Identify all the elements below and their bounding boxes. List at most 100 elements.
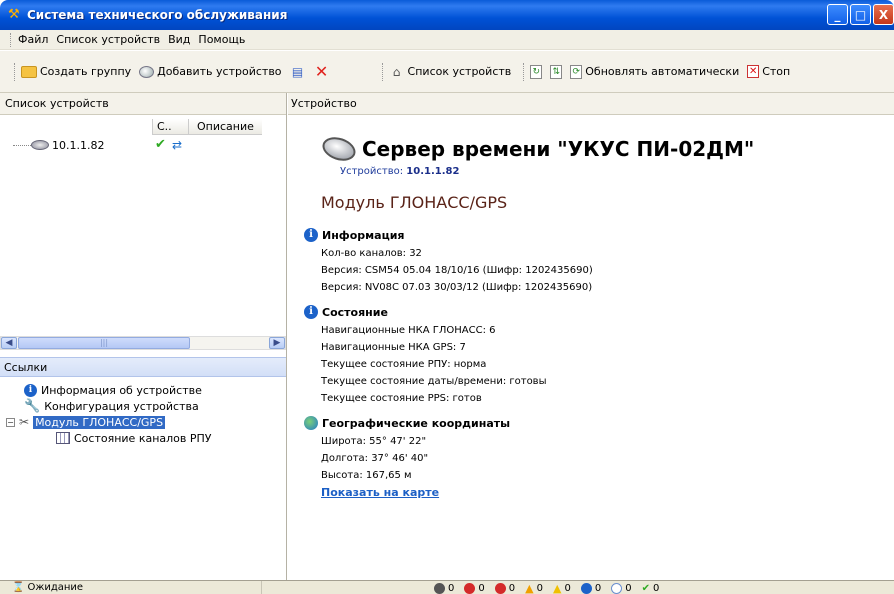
counter-notice: ▲ 0 (553, 582, 571, 594)
info-section-label: Информация (322, 228, 405, 242)
link-device-config[interactable]: 🔧 Конфигурация устройства (24, 398, 199, 414)
counter-blocked: 0 (464, 582, 485, 594)
link-rpu-channels-label: Состояние каналов РПУ (74, 431, 212, 445)
toolbar-grip-2 (381, 62, 385, 81)
window-title: Система технического обслуживания (27, 8, 288, 22)
counter-value: 0 (508, 582, 516, 594)
counter-debug: 0 (611, 582, 632, 594)
refresh-icon: ↻ (530, 64, 543, 79)
link-device-info-label: Информация об устройстве (41, 383, 202, 397)
auto-update-button[interactable]: ⟳ Обновлять автоматически (570, 64, 739, 79)
counter-value: 0 (478, 582, 485, 594)
status-state: ⌛ Ожидание (0, 580, 262, 594)
device-icon (31, 140, 49, 150)
state-line: Навигационные НКА ГЛОНАСС: 6 (321, 325, 496, 336)
hourglass-icon: ⌛ (12, 582, 25, 593)
link-rpu-channels[interactable]: Состояние каналов РПУ (56, 430, 211, 446)
properties-icon: ▤ (291, 64, 304, 79)
toolbar-grip (14, 62, 17, 81)
device-ip: 10.1.1.82 (52, 138, 105, 152)
properties-button[interactable]: ▤ (290, 64, 306, 80)
link-device-config-label: Конфигурация устройства (44, 399, 199, 413)
geo-section-label: Географические координаты (322, 416, 511, 430)
menu-grip (10, 32, 13, 47)
menu-device-list[interactable]: Список устройств (56, 33, 160, 46)
device-panel-header: Устройство (288, 93, 894, 115)
auto-update-icon: ⟳ (570, 64, 583, 79)
menu-help[interactable]: Помощь (198, 33, 245, 46)
toolbar: Создать группу Добавить устройство ▤ ✕ ⌂… (0, 51, 894, 93)
column-description[interactable]: Описание (188, 119, 262, 135)
counter-value: 0 (564, 582, 571, 594)
counter-value: 0 (625, 582, 632, 594)
links-header: Ссылки (0, 357, 286, 377)
link-glonass-module[interactable]: − ✂ Модуль ГЛОНАСС/GPS (6, 414, 166, 430)
device-subtitle: Устройство: 10.1.1.82 (340, 166, 459, 177)
info-icon: i (304, 305, 318, 319)
device-list-button[interactable]: ⌂ Список устройств (389, 64, 512, 80)
device-title: Сервер времени "УКУС ПИ-02ДМ" (319, 133, 755, 165)
minimize-button[interactable]: _ (827, 4, 848, 25)
info-section-title: i Информация (304, 228, 405, 242)
blocked-icon (464, 582, 476, 594)
scroll-thumb[interactable]: ||| (18, 337, 190, 349)
info-line: Версия: NV08C 07.03 30/03/12 (Шифр: 1202… (321, 282, 593, 293)
menu-file[interactable]: Файл (18, 33, 48, 46)
offline-icon (434, 582, 445, 594)
app-icon: ⚒ (8, 7, 20, 22)
folder-icon (21, 65, 37, 78)
info-icon: i (24, 383, 37, 397)
collapse-icon[interactable]: − (6, 417, 15, 427)
right-pane: Устройство Сервер времени "УКУС ПИ-02ДМ"… (288, 93, 894, 580)
column-status[interactable]: С.. (152, 119, 188, 135)
state-line: Текущее состояние PPS: готов (321, 393, 482, 404)
device-list-header: Список устройств (0, 93, 286, 115)
device-label: Устройство: (340, 166, 404, 177)
counter-value: 0 (448, 582, 455, 594)
link-device-info[interactable]: i Информация об устройстве (24, 382, 202, 398)
device-list-label: Список устройств (407, 65, 512, 78)
counter-ok: ✔ 0 (642, 583, 660, 594)
device-name: Сервер времени "УКУС ПИ-02ДМ" (362, 137, 755, 161)
add-device-label: Добавить устройство (157, 65, 282, 78)
create-group-button[interactable]: Создать группу (21, 65, 131, 78)
state-section-label: Состояние (322, 305, 388, 319)
create-group-label: Создать группу (40, 65, 132, 78)
status-counters: 0 0 0 ▲ 0 ▲ 0 0 0 ✔ 0 (434, 581, 659, 594)
scroll-right-arrow-icon[interactable]: ▶ (269, 337, 285, 349)
geo-line: Высота: 167,65 м (321, 470, 412, 481)
window-controls: _ □ X (827, 4, 894, 25)
geo-line: Долгота: 37° 46' 40" (321, 453, 429, 464)
device-ip-value: 10.1.1.82 (406, 166, 460, 177)
device-row[interactable]: 10.1.1.82 ✔ ⇄ (0, 137, 286, 153)
add-device-button[interactable]: Добавить устройство (139, 65, 282, 78)
horizontal-scrollbar[interactable]: ◀ ||| ▶ (0, 336, 286, 350)
delete-button[interactable]: ✕ (314, 63, 330, 80)
stop-button[interactable]: ✕ Стоп (747, 65, 790, 78)
geo-section-title: Географические координаты (304, 416, 510, 430)
module-title: Модуль ГЛОНАСС/GPS (321, 193, 508, 212)
counter-error: 0 (494, 582, 516, 594)
show-on-map-link[interactable]: Показать на карте (321, 486, 439, 499)
scroll-left-arrow-icon[interactable]: ◀ (1, 337, 17, 349)
column-headers: С.. Описание (0, 119, 286, 135)
menu-bar: Файл Список устройств Вид Помощь (0, 30, 894, 50)
state-line: Текущее состояние РПУ: норма (321, 359, 487, 370)
status-text: Ожидание (27, 582, 84, 593)
counter-value: 0 (594, 582, 602, 594)
geo-line: Широта: 55° 47' 22" (321, 436, 427, 447)
title-bar: ⚒ Система технического обслуживания _ □ … (0, 0, 894, 30)
stop-icon: ✕ (747, 65, 760, 78)
satellite-icon: ✂ (19, 415, 30, 429)
link-icon: ⇄ (172, 138, 183, 152)
refresh-button[interactable]: ↻ (530, 64, 543, 79)
info-icon: i (304, 228, 318, 242)
sync-button[interactable]: ⇅ (550, 64, 563, 79)
maximize-button[interactable]: □ (850, 4, 871, 25)
info-line: Версия: CSM54 05.04 18/10/16 (Шифр: 1202… (321, 265, 593, 276)
close-button[interactable]: X (873, 4, 894, 25)
state-section-title: i Состояние (304, 305, 388, 319)
wrench-icon: 🔧 (24, 398, 41, 414)
menu-view[interactable]: Вид (168, 33, 190, 46)
info-line: Кол-во каналов: 32 (321, 248, 422, 259)
